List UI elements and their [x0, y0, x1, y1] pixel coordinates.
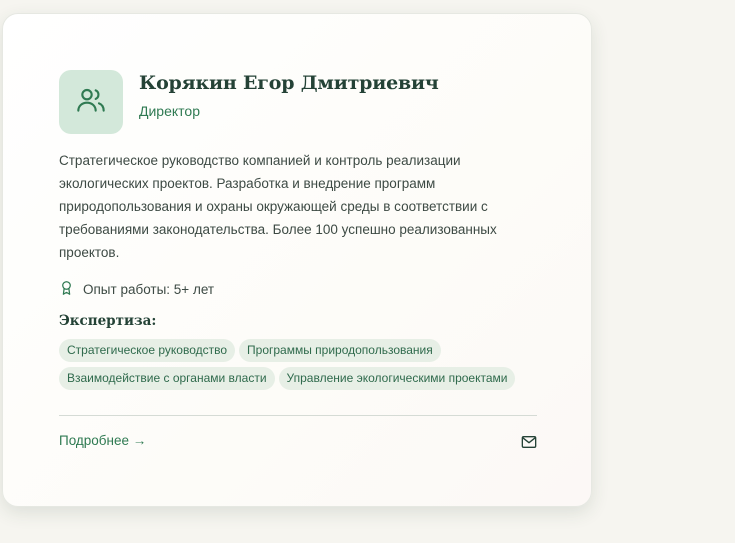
- team-member-card: Корякин Егор Дмитриевич Директор Стратег…: [2, 13, 592, 507]
- member-bio: Стратегическое руководство компанией и к…: [59, 153, 497, 260]
- users-icon: [75, 84, 107, 121]
- experience-row: Опыт работы: 5+ лет: [59, 280, 214, 299]
- member-role: Директор: [139, 103, 200, 119]
- member-name: Корякин Егор Дмитриевич: [139, 72, 439, 94]
- award-icon: [59, 280, 74, 299]
- expertise-tags: Стратегическое руководство Программы при…: [59, 339, 549, 390]
- more-link[interactable]: Подробнее →: [59, 433, 146, 448]
- expertise-tag: Управление экологическими проектами: [278, 367, 516, 390]
- expertise-tag: Стратегическое руководство: [59, 339, 236, 362]
- experience-text: Опыт работы: 5+ лет: [83, 282, 215, 297]
- mail-icon[interactable]: [520, 433, 538, 451]
- expertise-heading: Экспертиза:: [59, 313, 157, 329]
- divider: [59, 415, 537, 416]
- expertise-tag: Программы природопользования: [239, 339, 441, 362]
- expertise-tag: Взаимодействие с органами власти: [59, 367, 275, 390]
- avatar: [59, 70, 123, 134]
